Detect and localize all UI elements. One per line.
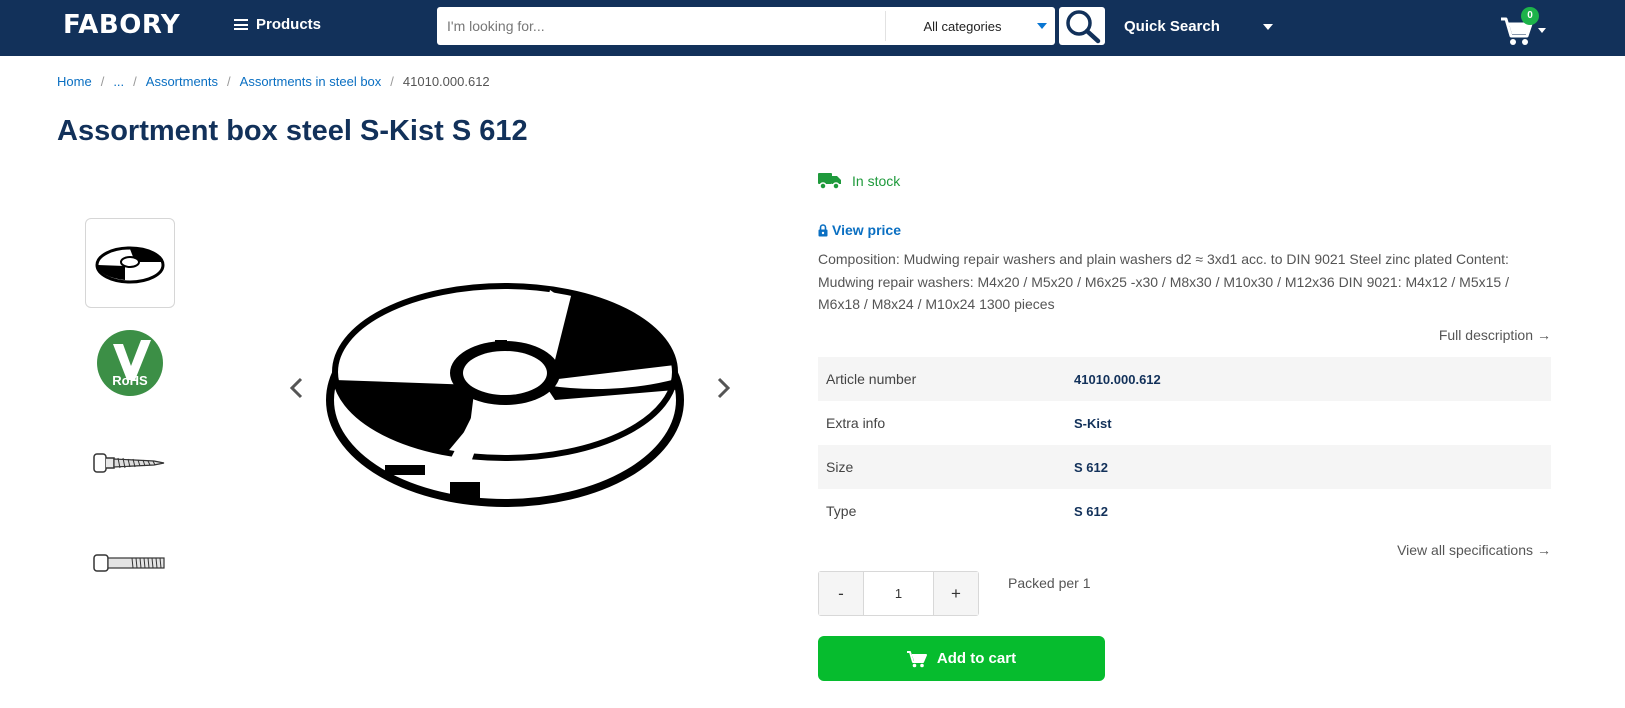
quantity-decrease-button[interactable]: - xyxy=(819,572,863,615)
thumbnail-washer[interactable] xyxy=(85,218,175,308)
stock-status-label: In stock xyxy=(852,173,901,189)
top-navigation-bar: FABORY Products All categories Quick Sea… xyxy=(0,0,1625,56)
spec-row: Size S 612 xyxy=(818,445,1551,489)
view-all-specifications-link[interactable]: View all specifications → xyxy=(1397,542,1551,558)
lag-screw-image xyxy=(93,453,165,473)
spec-key: Extra info xyxy=(826,415,886,431)
search-icon xyxy=(1066,10,1101,44)
product-composition: Composition: Mudwing repair washers and … xyxy=(818,251,1509,312)
quick-search-button[interactable]: Quick Search xyxy=(1124,18,1273,35)
breadcrumb-ellipsis[interactable]: ... xyxy=(113,74,124,89)
chevron-left-icon[interactable] xyxy=(287,376,307,400)
packed-per-text: Packed per 1 xyxy=(1008,575,1091,591)
arrow-right-icon: → xyxy=(1537,542,1551,558)
spec-key: Size xyxy=(826,459,854,475)
breadcrumb-assortments-steel-box[interactable]: Assortments in steel box xyxy=(240,74,382,89)
category-select-value: All categories xyxy=(923,18,1002,34)
spec-value: S 612 xyxy=(1074,503,1108,519)
fabory-logo[interactable]: FABORY xyxy=(63,10,180,40)
hamburger-icon xyxy=(234,19,248,30)
rohs-label: RoHS xyxy=(112,373,148,388)
products-menu-button[interactable]: Products xyxy=(234,16,321,33)
breadcrumb-separator: / xyxy=(100,74,105,89)
quantity-input[interactable] xyxy=(863,572,934,615)
product-main-image xyxy=(326,283,684,507)
breadcrumb-separator: / xyxy=(390,74,394,89)
cart-count-badge: 0 xyxy=(1521,7,1539,25)
cart-icon xyxy=(906,650,927,667)
quick-search-label: Quick Search xyxy=(1124,18,1220,35)
full-description-link[interactable]: Full description → xyxy=(1439,327,1551,343)
spec-row: Extra info S-Kist xyxy=(818,401,1551,445)
breadcrumb-assortments[interactable]: Assortments xyxy=(146,74,218,89)
thumbnail-rohs[interactable]: RoHS xyxy=(85,318,175,408)
breadcrumb-current: 41010.000.612 xyxy=(402,74,490,89)
socket-screw-image xyxy=(93,554,165,572)
chevron-down-icon xyxy=(1037,23,1047,29)
category-select[interactable]: All categories xyxy=(886,7,1055,45)
products-menu-label: Products xyxy=(256,16,322,33)
page-title: Assortment box steel S-Kist S 612 xyxy=(57,115,528,147)
spec-value: S 612 xyxy=(1074,459,1108,475)
arrow-right-icon: → xyxy=(1537,327,1551,343)
thumbnail-socket-screw[interactable] xyxy=(85,518,175,608)
breadcrumb-separator: / xyxy=(227,74,231,89)
spec-key: Article number xyxy=(826,371,917,387)
spec-row: Article number 41010.000.612 xyxy=(818,357,1551,401)
washer-thumbnail-image xyxy=(95,246,165,284)
quantity-increase-button[interactable]: + xyxy=(934,572,978,615)
thumbnail-lag-screw[interactable] xyxy=(85,418,175,508)
full-description-label: Full description xyxy=(1438,327,1533,343)
add-to-cart-label: Add to cart xyxy=(936,650,1017,667)
quantity-stepper: - + xyxy=(818,571,979,616)
spec-row: Type S 612 xyxy=(818,489,1551,533)
breadcrumb-home[interactable]: Home xyxy=(57,74,92,89)
add-to-cart-button[interactable]: Add to cart xyxy=(818,636,1105,681)
specifications-table: Article number 41010.000.612 Extra info … xyxy=(818,357,1551,533)
view-price-label: View price xyxy=(832,222,902,238)
chevron-right-icon[interactable] xyxy=(713,376,733,400)
cart-button[interactable]: 0 xyxy=(1500,7,1548,46)
view-price-link[interactable]: View price xyxy=(818,222,901,238)
spec-value: S-Kist xyxy=(1074,415,1112,431)
breadcrumb: Home / ... / Assortments / Assortments i… xyxy=(57,74,490,89)
breadcrumb-separator: / xyxy=(133,74,137,89)
stock-status: In stock xyxy=(818,172,900,190)
spec-key: Type xyxy=(826,503,857,519)
lock-icon xyxy=(818,223,828,236)
spec-value: 41010.000.612 xyxy=(1074,371,1161,387)
rohs-badge-icon: RoHS xyxy=(97,330,163,396)
search-input[interactable] xyxy=(437,7,885,45)
search-bar: All categories xyxy=(437,7,1055,45)
view-all-specifications-label: View all specifications xyxy=(1397,542,1533,558)
search-button[interactable] xyxy=(1059,7,1105,45)
truck-icon xyxy=(818,173,841,190)
chevron-down-icon xyxy=(1262,23,1273,30)
chevron-down-icon xyxy=(1538,28,1546,33)
